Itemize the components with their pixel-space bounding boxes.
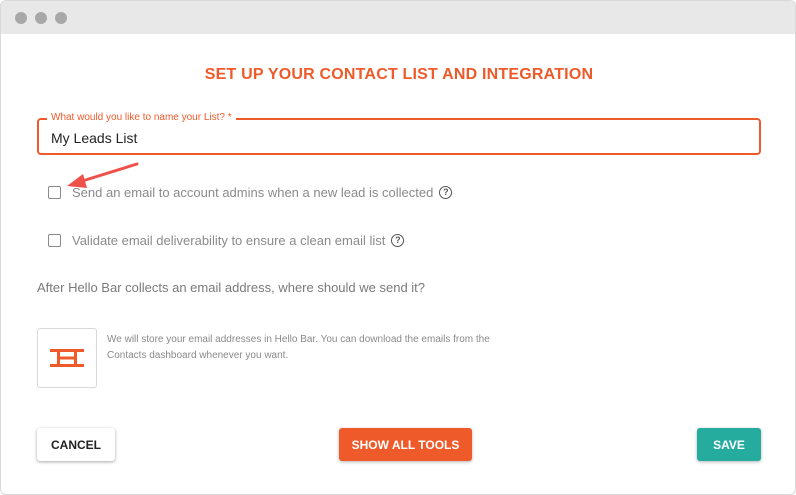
show-all-tools-button[interactable]: SHOW ALL TOOLS — [339, 428, 472, 461]
hello-bar-logo-icon — [50, 349, 84, 367]
question-circle-icon[interactable]: ? — [391, 233, 405, 247]
question-circle-icon[interactable]: ? — [439, 185, 453, 199]
validate-email-checkbox[interactable] — [48, 233, 61, 247]
cancel-button[interactable]: CANCEL — [37, 428, 115, 461]
validate-email-option[interactable]: Validate email deliverability to ensure … — [48, 232, 405, 248]
app-window: SET UP YOUR CONTACT LIST AND INTEGRATION… — [0, 0, 796, 495]
hello-bar-integration-card[interactable] — [37, 328, 97, 388]
window-titlebar — [1, 1, 795, 34]
notify-admins-checkbox[interactable] — [48, 185, 61, 199]
integration-description: We will store your email addresses in He… — [107, 334, 490, 361]
window-minimize-control[interactable] — [35, 12, 47, 24]
validate-email-label[interactable]: Validate email deliverability to ensure … — [72, 233, 385, 248]
notify-admins-label[interactable]: Send an email to account admins when a n… — [72, 185, 433, 200]
list-name-label: What would you like to name your List? * — [47, 112, 236, 123]
save-button[interactable]: SAVE — [697, 428, 761, 461]
notify-admins-option[interactable]: Send an email to account admins when a n… — [48, 184, 453, 200]
page-title: SET UP YOUR CONTACT LIST AND INTEGRATION — [204, 66, 594, 83]
window-close-control[interactable] — [15, 12, 27, 24]
list-name-input[interactable] — [51, 128, 741, 148]
window-maximize-control[interactable] — [55, 12, 67, 24]
integration-question: After Hello Bar collects an email addres… — [37, 280, 426, 295]
list-name-field[interactable]: What would you like to name your List? * — [37, 112, 761, 155]
